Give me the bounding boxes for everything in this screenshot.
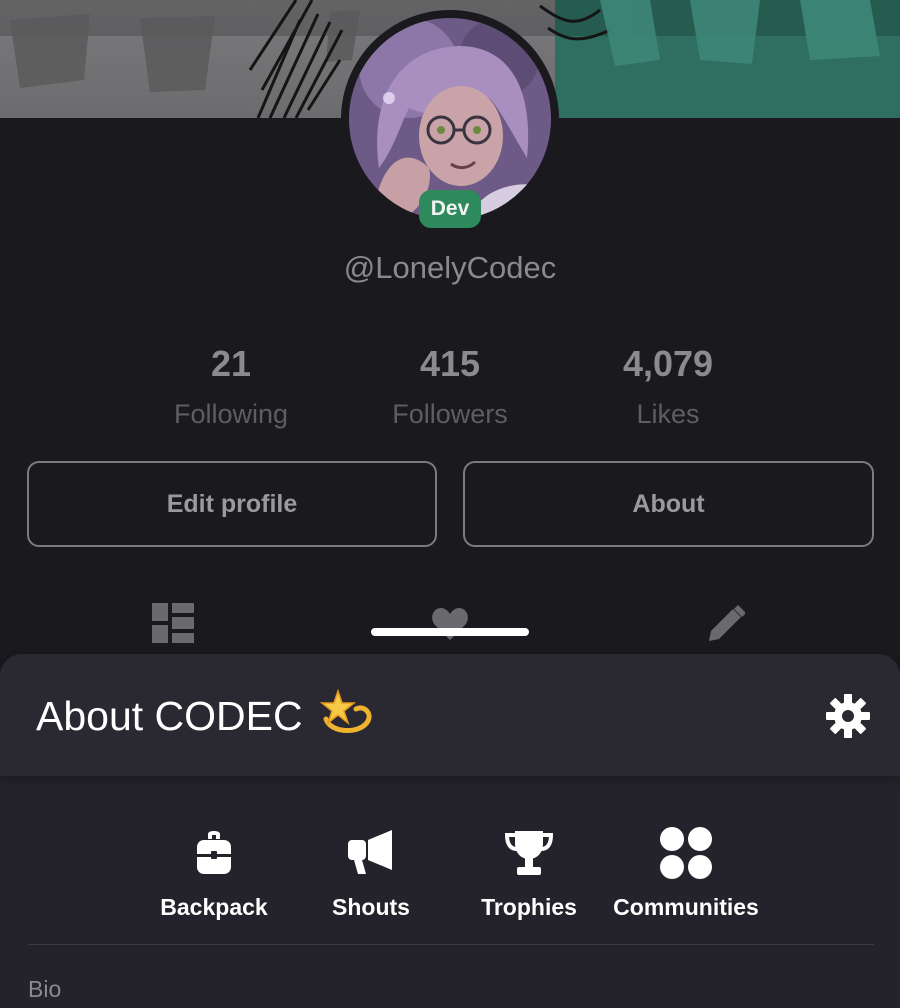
role-badge: Dev bbox=[419, 190, 481, 228]
stat-value: 4,079 bbox=[622, 343, 714, 384]
megaphone-icon bbox=[346, 829, 396, 881]
stat-followers[interactable]: 415 Followers bbox=[340, 340, 560, 440]
sheet-title-text: About CODEC bbox=[36, 693, 303, 739]
action-label: Communities bbox=[613, 894, 759, 920]
dashboard-icon[interactable] bbox=[152, 603, 194, 648]
gear-icon[interactable] bbox=[824, 692, 872, 740]
stat-likes[interactable]: 4,079 Likes bbox=[558, 340, 778, 440]
dizzy-star-emoji bbox=[319, 688, 372, 749]
username: @LonelyCodec bbox=[343, 250, 557, 285]
action-label: Trophies bbox=[481, 894, 577, 920]
stat-label: Following bbox=[173, 399, 289, 429]
stat-following[interactable]: 21 Following bbox=[121, 340, 341, 440]
action-label: Backpack bbox=[160, 894, 268, 920]
edit-profile-button[interactable]: Edit profile bbox=[27, 461, 437, 547]
home-indicator bbox=[371, 628, 529, 636]
bio-label: Bio bbox=[28, 976, 62, 1002]
stat-label: Followers bbox=[392, 399, 508, 429]
trophies-button[interactable]: Trophies bbox=[449, 826, 609, 921]
trophy-icon bbox=[504, 829, 554, 882]
action-label: Shouts bbox=[332, 894, 410, 920]
pencil-icon[interactable] bbox=[709, 605, 746, 646]
profile-screen: Dev @LonelyCodec 21 Following 415 Follow… bbox=[0, 0, 900, 1008]
shouts-button[interactable]: Shouts bbox=[291, 826, 451, 921]
communities-button[interactable]: Communities bbox=[606, 826, 766, 921]
communities-icon bbox=[659, 826, 713, 885]
backpack-icon bbox=[195, 830, 233, 881]
sheet-header: About CODEC bbox=[0, 654, 900, 776]
about-button[interactable]: About bbox=[463, 461, 874, 547]
divider bbox=[28, 944, 874, 945]
sheet-title: About CODEC bbox=[36, 688, 372, 749]
about-sheet: About CODEC Backpack Shouts Trophies Com… bbox=[0, 654, 900, 1008]
stat-value: 21 bbox=[210, 343, 252, 384]
heart-icon[interactable] bbox=[432, 608, 468, 645]
stat-value: 415 bbox=[419, 343, 481, 384]
stat-label: Likes bbox=[636, 399, 700, 429]
backpack-button[interactable]: Backpack bbox=[134, 826, 294, 921]
